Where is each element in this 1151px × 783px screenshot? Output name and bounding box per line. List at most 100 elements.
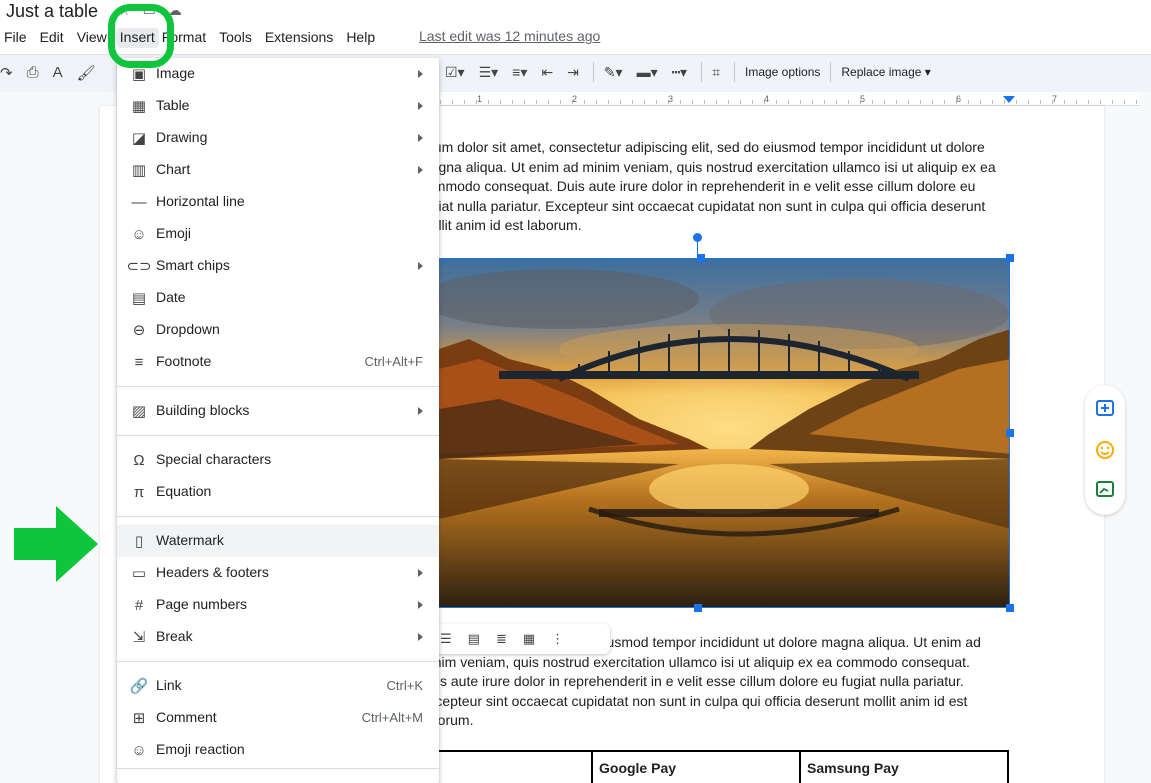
menu-help[interactable]: Help xyxy=(346,28,381,48)
submenu-arrow-icon xyxy=(418,166,423,174)
insert-menu-item-emoji[interactable]: ☺ Emoji xyxy=(117,218,439,250)
chart-icon: ▥ xyxy=(131,162,147,179)
insert-menu-item-table[interactable]: ▦ Table xyxy=(117,90,439,122)
menu-edit[interactable]: Edit xyxy=(40,28,70,48)
border-dash-icon[interactable]: ┅▾ xyxy=(672,64,687,81)
insert-menu-item-smart-chips[interactable]: ⊂⊃ Smart chips xyxy=(117,250,439,282)
insert-menu-item-label: Drawing xyxy=(156,129,208,145)
checklist-icon[interactable]: ☑▾ xyxy=(445,64,465,81)
image-options-button[interactable]: Image options xyxy=(745,65,820,79)
insert-menu-item-comment[interactable]: ⊞ Comment Ctrl+Alt+M xyxy=(117,702,439,734)
print-icon[interactable]: ⎙ xyxy=(27,64,39,82)
resize-handle-bottom-right[interactable] xyxy=(1006,604,1014,612)
crop-icon[interactable]: ⌗ xyxy=(712,64,720,81)
comment-icon: ⊞ xyxy=(132,710,146,727)
insert-menu-item-label: Headers & footers xyxy=(156,564,269,580)
menu-format[interactable]: Format xyxy=(162,28,212,48)
menu-view[interactable]: View xyxy=(77,28,113,48)
insert-menu-item-link[interactable]: 🔗 Link Ctrl+K xyxy=(117,670,439,702)
add-emoji-reaction-icon[interactable] xyxy=(1095,440,1115,460)
resize-handle-right[interactable] xyxy=(1006,429,1014,437)
star-icon[interactable]: ☆ xyxy=(118,2,131,19)
suggest-edits-icon[interactable] xyxy=(1095,480,1115,500)
last-edit-link[interactable]: Last edit was 12 minutes ago xyxy=(419,28,600,44)
bridge-scene xyxy=(439,259,1009,607)
insert-menu-item-dropdown[interactable]: ⊖ Dropdown xyxy=(117,314,439,346)
hash-icon: # xyxy=(134,596,144,614)
document-title[interactable]: Just a table xyxy=(6,1,98,22)
insert-menu-item-headers-footers[interactable]: ▭ Headers & footers xyxy=(117,557,439,589)
insert-menu: ▣ Image ▦ Table ◪ Drawing ▥ Chart — Horizontal li… xyxy=(117,58,439,783)
wrap-text-icon[interactable]: ▤ xyxy=(468,631,480,647)
table-header-cell[interactable]: Samsung Pay xyxy=(799,752,1009,783)
keyboard-shortcut: Ctrl+Alt+F xyxy=(364,354,423,369)
ruler[interactable]: 1 2 3 4 5 6 7 xyxy=(440,92,1140,106)
toolbar-divider xyxy=(733,62,735,82)
insert-menu-item-label: Emoji xyxy=(156,225,192,241)
submenu-arrow-icon xyxy=(418,569,423,577)
table-icon: ▦ xyxy=(131,98,147,115)
menu-tools[interactable]: Tools xyxy=(219,28,258,48)
break-icon: ⇲ xyxy=(132,629,146,646)
bridge-image[interactable] xyxy=(438,258,1010,608)
menu-file[interactable]: File xyxy=(4,28,33,48)
replace-image-button[interactable]: Replace image ▾ xyxy=(841,65,930,79)
insert-menu-item-label: Horizontal line xyxy=(156,193,245,209)
toolbar-right: ☑▾ ☰▾ ≡▾ ⇤ ⇥ ✎▾ ▬▾ ┅▾ ⌗ Image options Re… xyxy=(445,62,941,82)
resize-handle-bottom[interactable] xyxy=(694,604,702,612)
insert-menu-item-footnote[interactable]: ≡ Footnote Ctrl+Alt+F xyxy=(117,346,439,378)
paint-format-icon[interactable]: 🖌 xyxy=(77,64,96,82)
building-blocks-icon: ▨ xyxy=(131,403,147,420)
insert-menu-item-drawing[interactable]: ◪ Drawing xyxy=(117,122,439,154)
insert-menu-item-special-characters[interactable]: Ω Special characters xyxy=(117,444,439,476)
insert-menu-item-image[interactable]: ▣ Image xyxy=(117,58,439,90)
insert-menu-item-break[interactable]: ⇲ Break xyxy=(117,621,439,653)
insert-menu-item-horizontal-line[interactable]: — Horizontal line xyxy=(117,186,439,218)
ruler-number: 6 xyxy=(956,94,962,104)
resize-handle-top-right[interactable] xyxy=(1006,254,1014,262)
insert-menu-item-emoji-reaction[interactable]: ☺ Emoji reaction xyxy=(117,734,439,766)
insert-menu-item-label: Image xyxy=(156,65,195,81)
behind-text-icon[interactable]: ▦ xyxy=(523,631,535,647)
border-weight-icon[interactable]: ▬▾ xyxy=(637,64,658,81)
increase-indent-icon[interactable]: ⇥ xyxy=(567,64,579,81)
more-options-icon[interactable]: ⋮ xyxy=(551,631,564,647)
bulleted-list-icon[interactable]: ☰▾ xyxy=(479,64,499,81)
submenu-arrow-icon xyxy=(418,102,423,110)
decrease-indent-icon[interactable]: ⇤ xyxy=(541,64,553,81)
cloud-status-icon[interactable]: ☁ xyxy=(168,2,182,19)
image-inline-toolbar: ☰ ▤ ≣ ▦ ⋮ xyxy=(430,624,610,654)
link-icon: 🔗 xyxy=(129,678,149,695)
ruler-number: 5 xyxy=(860,94,866,104)
menu-extensions[interactable]: Extensions xyxy=(265,28,339,48)
insert-menu-item-page-numbers[interactable]: # Page numbers xyxy=(117,589,439,621)
insert-menu-item-chart[interactable]: ▥ Chart xyxy=(117,154,439,186)
submenu-arrow-icon xyxy=(418,134,423,142)
rotate-handle[interactable] xyxy=(693,233,702,242)
redo-icon[interactable]: ↷ xyxy=(0,64,13,82)
numbered-list-icon[interactable]: ≡▾ xyxy=(512,64,527,81)
payment-table[interactable]: Google Pay Samsung Pay xyxy=(419,750,1009,783)
insert-menu-item-watermark[interactable]: ▯ Watermark xyxy=(117,525,439,557)
insert-menu-item-label: Emoji reaction xyxy=(156,741,245,757)
insert-menu-item-date[interactable]: ▤ Date xyxy=(117,282,439,314)
add-comment-icon[interactable] xyxy=(1095,399,1115,419)
insert-menu-item-label: Break xyxy=(156,628,193,644)
dropdown-icon: ⊖ xyxy=(132,322,146,339)
spellcheck-icon[interactable]: A xyxy=(53,64,63,82)
insert-menu-item-building-blocks[interactable]: ▨ Building blocks xyxy=(117,395,439,427)
body-paragraph[interactable]: psum dolor sit amet, consectetur adipisc… xyxy=(419,138,999,236)
right-indent-marker[interactable] xyxy=(1003,96,1015,103)
insert-menu-item-label: Special characters xyxy=(156,451,272,467)
resize-handle-top[interactable] xyxy=(697,254,705,262)
menu-insert[interactable]: Insert xyxy=(115,28,159,48)
break-text-icon[interactable]: ≣ xyxy=(496,631,507,647)
move-folder-icon[interactable]: ▭ xyxy=(143,2,156,19)
insert-menu-item-label: Equation xyxy=(156,483,212,499)
insert-menu-item-equation[interactable]: π Equation xyxy=(117,476,439,508)
wrap-inline-icon[interactable]: ☰ xyxy=(440,631,452,647)
insert-menu-item-label: Watermark xyxy=(156,532,224,548)
border-color-icon[interactable]: ✎▾ xyxy=(604,64,623,81)
insert-menu-item-label: Building blocks xyxy=(156,402,250,418)
table-header-cell[interactable]: Google Pay xyxy=(591,752,799,783)
